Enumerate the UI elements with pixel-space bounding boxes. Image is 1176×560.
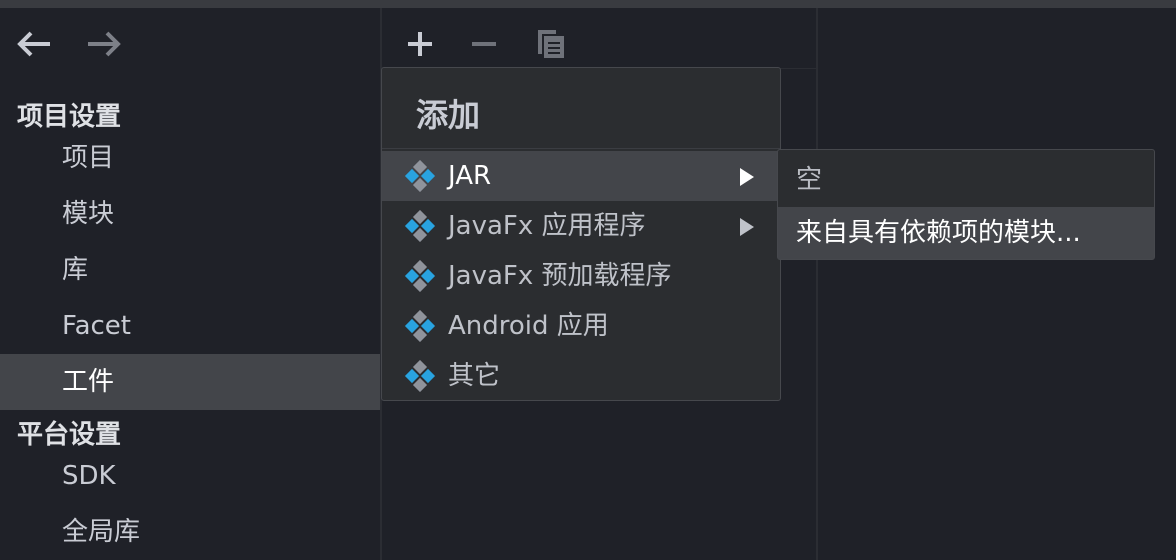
add-popup-menu: 添加 JAR JavaFx 应用程序 JavaFx 预加载程序 Android …: [381, 67, 781, 401]
sidebar-item-modules[interactable]: 模块: [0, 186, 380, 242]
copy-button[interactable]: [532, 24, 572, 64]
menu-item-javafx-preloader[interactable]: JavaFx 预加载程序: [382, 251, 780, 301]
arrow-right-icon: [88, 31, 121, 57]
menu-item-label: JavaFx 预加载程序: [448, 261, 672, 291]
window-top-border: [0, 0, 1176, 8]
section-title-platform-settings: 平台设置: [17, 420, 122, 450]
sidebar-item-label: 全局库: [62, 517, 141, 547]
forward-button[interactable]: [84, 28, 124, 60]
jar-submenu: 空 来自具有依赖项的模块...: [777, 149, 1155, 260]
add-button[interactable]: [400, 24, 440, 64]
popup-separator: [382, 148, 780, 149]
sidebar-item-sdk[interactable]: SDK: [0, 448, 380, 504]
plus-icon: [408, 32, 432, 56]
submenu-item-empty[interactable]: 空: [778, 154, 1154, 206]
artifact-diamond-icon: [404, 160, 436, 192]
sidebar-item-libraries[interactable]: 库: [0, 242, 380, 298]
arrow-left-icon: [17, 31, 50, 57]
section-title-project-settings: 项目设置: [17, 102, 122, 132]
artifact-diamond-icon: [404, 310, 436, 342]
submenu-arrow-icon: [740, 168, 754, 186]
sidebar-item-global-libraries[interactable]: 全局库: [0, 504, 380, 560]
sidebar-item-project[interactable]: 项目: [0, 130, 380, 186]
copy-icon: [538, 30, 564, 58]
settings-sidebar: 项目设置 项目 模块 库 Facet 工件 平台设置 SDK 全局库: [0, 8, 380, 560]
menu-item-jar[interactable]: JAR: [382, 151, 780, 201]
submenu-arrow-icon: [740, 218, 754, 236]
menu-item-label: JAR: [448, 161, 492, 191]
sidebar-item-label: SDK: [62, 461, 116, 491]
menu-item-label: JavaFx 应用程序: [448, 211, 646, 241]
menu-item-label: 其它: [448, 361, 501, 391]
panel-divider: [816, 8, 818, 560]
back-button[interactable]: [14, 28, 54, 60]
sidebar-item-label: 项目: [62, 143, 115, 173]
submenu-item-label: 来自具有依赖项的模块...: [796, 218, 1081, 248]
menu-item-android-application[interactable]: Android 应用: [382, 301, 780, 351]
sidebar-item-label: 工件: [62, 367, 115, 397]
menu-item-other[interactable]: 其它: [382, 351, 780, 401]
submenu-item-label: 空: [796, 165, 823, 195]
artifact-diamond-icon: [404, 360, 436, 392]
sidebar-item-artifacts[interactable]: 工件: [0, 354, 380, 410]
menu-item-label: Android 应用: [448, 311, 609, 341]
popup-title: 添加: [416, 96, 481, 134]
minus-icon: [472, 42, 496, 46]
sidebar-item-facets[interactable]: Facet: [0, 298, 380, 354]
sidebar-item-label: 库: [62, 255, 89, 285]
sidebar-item-label: 模块: [62, 199, 115, 229]
menu-item-javafx-application[interactable]: JavaFx 应用程序: [382, 201, 780, 251]
remove-button[interactable]: [464, 24, 504, 64]
artifact-diamond-icon: [404, 210, 436, 242]
submenu-item-from-module-with-dependencies[interactable]: 来自具有依赖项的模块...: [778, 207, 1154, 259]
artifact-diamond-icon: [404, 260, 436, 292]
sidebar-item-label: Facet: [62, 311, 131, 341]
